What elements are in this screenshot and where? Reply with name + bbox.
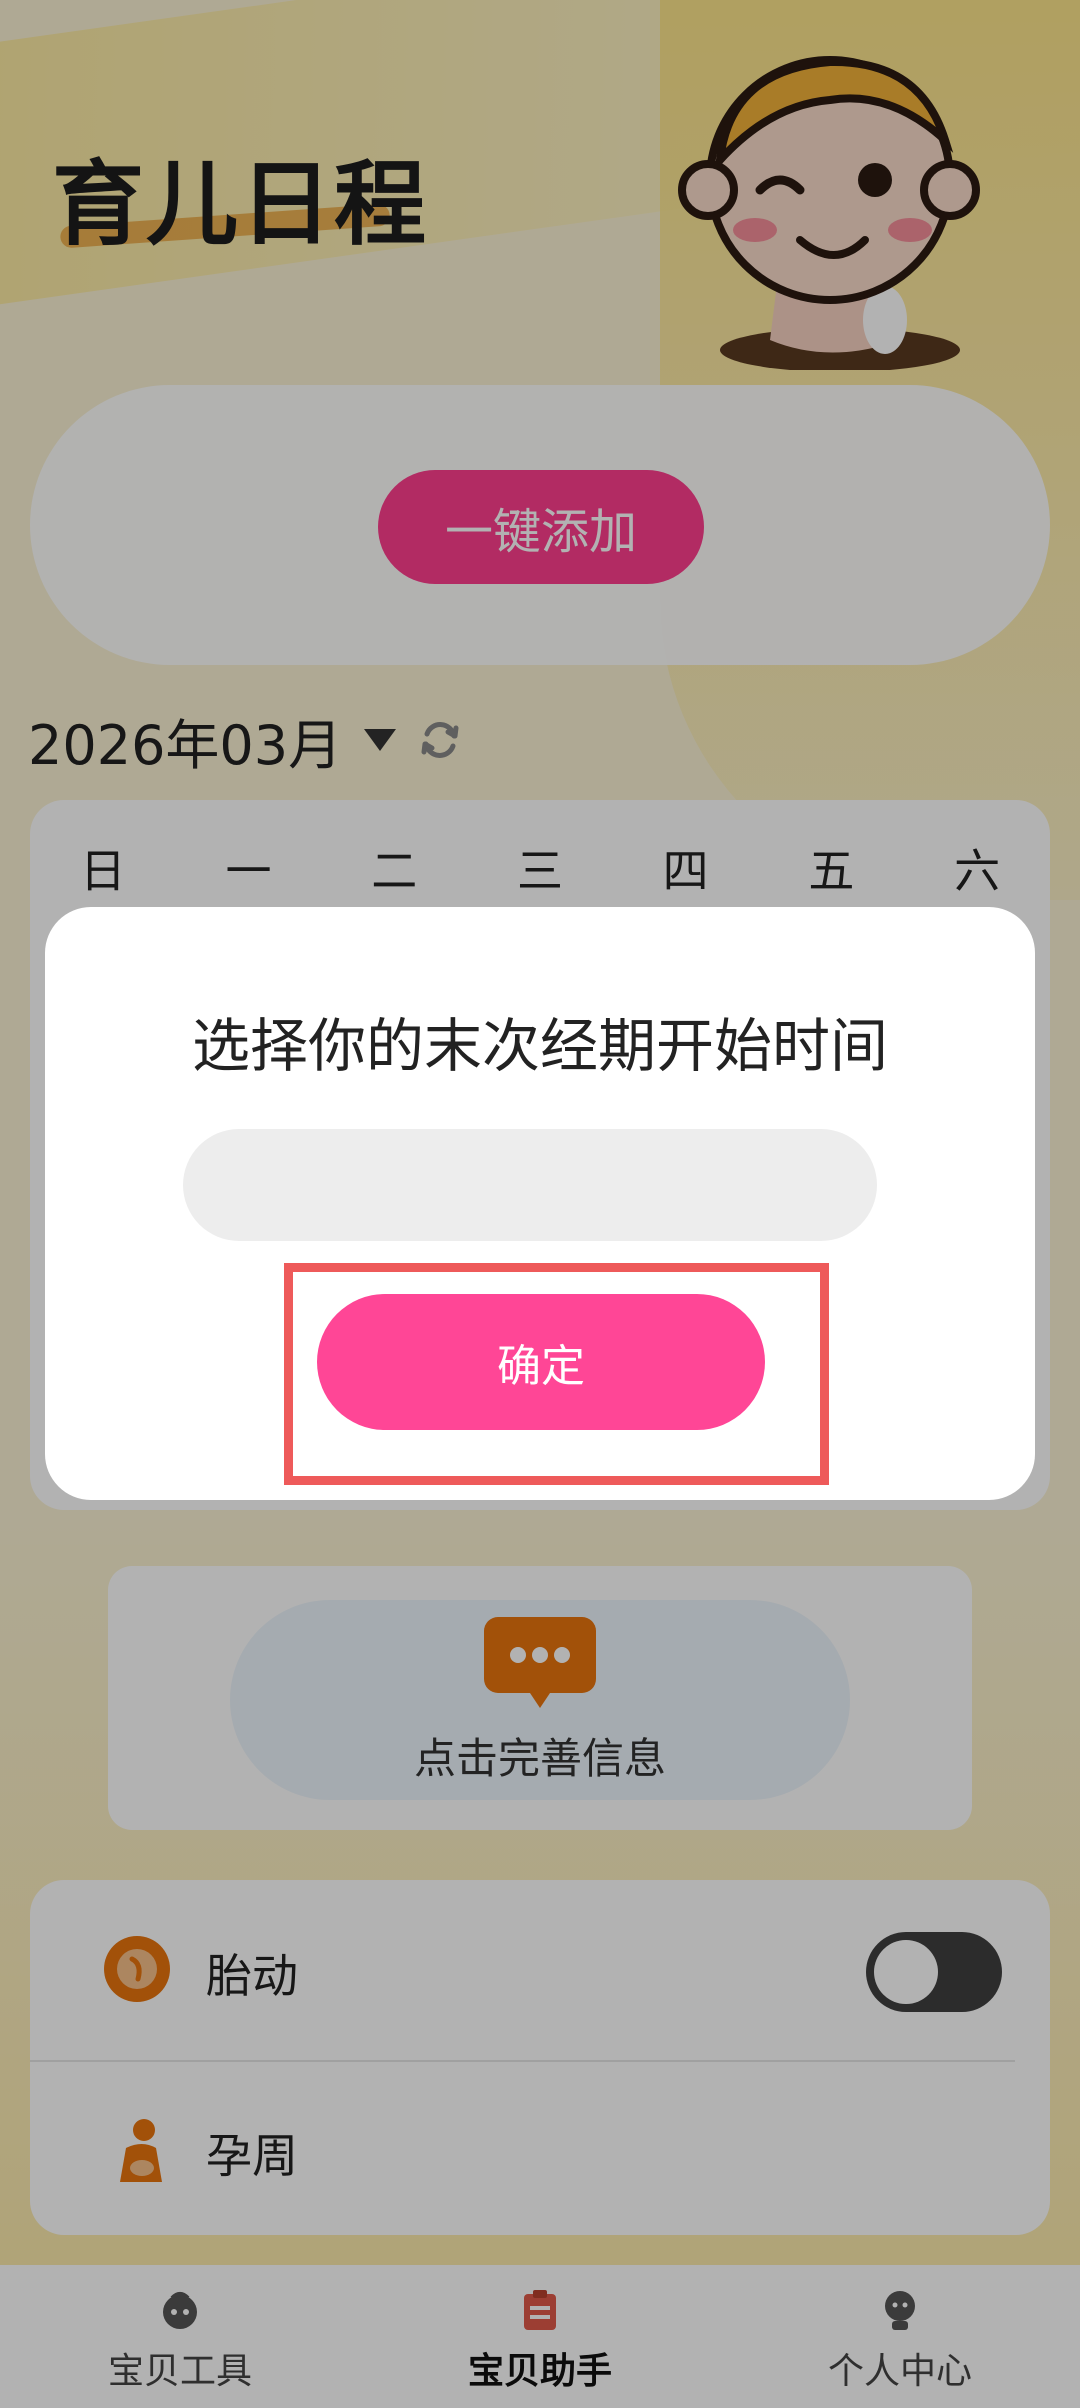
confirm-button[interactable]: 确定 (317, 1294, 765, 1430)
last-period-dialog: 选择你的末次经期开始时间 确定 (45, 907, 1035, 1500)
date-picker-field[interactable] (183, 1129, 877, 1241)
dialog-title: 选择你的末次经期开始时间 (191, 1012, 888, 1080)
